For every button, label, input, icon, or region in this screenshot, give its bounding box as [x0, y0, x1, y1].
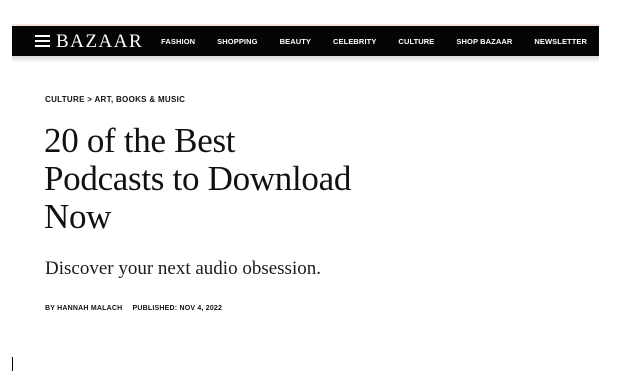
nav-item-celebrity[interactable]: CELEBRITY — [333, 37, 376, 46]
article-title-line-2: Podcasts to Download — [44, 159, 352, 198]
publish-date: PUBLISHED: NOV 4, 2022 — [132, 305, 223, 312]
article-title-line-3: Now — [44, 197, 112, 236]
author-link[interactable]: BY HANNAH MALACH — [45, 305, 122, 312]
breadcrumb-section-link[interactable]: CULTURE — [45, 95, 85, 104]
site-nav-bar: BAZAAR FASHION SHOPPING BEAUTY CELEBRITY… — [12, 26, 599, 56]
article-byline: BY HANNAH MALACH PUBLISHED: NOV 4, 2022 — [45, 305, 222, 312]
site-logo[interactable]: BAZAAR — [56, 32, 143, 51]
nav-item-newsletter[interactable]: NEWSLETTER — [534, 37, 587, 46]
hamburger-menu-icon[interactable] — [35, 35, 50, 47]
text-cursor — [12, 357, 13, 371]
nav-item-beauty[interactable]: BEAUTY — [280, 37, 311, 46]
nav-item-shopping[interactable]: SHOPPING — [217, 37, 257, 46]
article-title-line-1: 20 of the Best — [44, 121, 236, 160]
nav-item-culture[interactable]: CULTURE — [398, 37, 434, 46]
nav-item-shop-bazaar[interactable]: SHOP BAZAAR — [456, 37, 512, 46]
nav-item-fashion[interactable]: FASHION — [161, 37, 195, 46]
article-title: 20 of the Best Podcasts to Download Now — [44, 122, 464, 236]
breadcrumb-subsection-link[interactable]: ART, BOOKS & MUSIC — [94, 95, 185, 104]
nav-menu: FASHION SHOPPING BEAUTY CELEBRITY CULTUR… — [145, 37, 587, 46]
breadcrumb: CULTURE > ART, BOOKS & MUSIC — [45, 95, 185, 104]
article-dek: Discover your next audio obsession. — [45, 258, 321, 279]
breadcrumb-separator: > — [87, 95, 93, 104]
nav-shadow — [12, 56, 599, 63]
